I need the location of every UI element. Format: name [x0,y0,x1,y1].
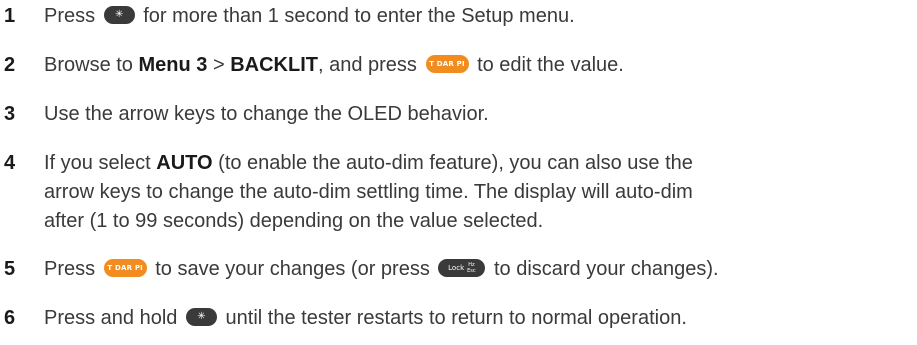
step-pre-text: If you select [44,152,151,174]
step-post-text: to discard your changes). [493,258,719,280]
step-pre-text: Press [44,258,96,280]
edit-key: T DAR PI [425,54,469,73]
step-text: Use the arrow keys to change the OLED be… [44,103,489,125]
option-name: AUTO [156,152,213,174]
step-number: 4 [4,152,16,174]
escape-key: Lock Hz Esc [438,258,486,277]
step-text: Browse to Menu 3 > BACKLIT, and press T … [44,51,900,80]
step-post-text: until the tester restarts to return to n… [225,307,687,329]
step-number: 3 [4,103,16,125]
step-line-1: If you select AUTO (to enable the auto-d… [44,149,900,178]
step-6: 6 Press and hold ✳ until the tester rest… [0,304,900,333]
step-number: 2 [4,54,16,76]
step-post-text: for more than 1 second to enter the Setu… [143,5,575,27]
step-2: 2 Browse to Menu 3 > BACKLIT, and press … [0,51,900,80]
step-text: Press T DAR PI to save your changes (or … [44,255,900,284]
step-text: Press and hold ✳ until the tester restar… [44,304,900,333]
step-text: Press ✳ for more than 1 second to enter … [44,2,900,31]
backlight-key: ✳ [185,307,217,326]
step-number: 5 [4,258,16,280]
step-mid-text: to save your changes (or press [155,258,430,280]
step-pre-text: Press [44,5,96,27]
esc-label: Esc [467,267,476,274]
step-number: 6 [4,307,16,329]
step-pre-text: Press and hold [44,307,178,329]
step-line-2: arrow keys to change the auto-dim settli… [44,181,693,203]
step-text: If you select AUTO (to enable the auto-d… [44,149,900,236]
sun-star-icon: ✳ [197,310,206,322]
backlight-key: ✳ [103,5,135,24]
step-post-text: to edit the value. [477,54,624,76]
step-1: 1 Press ✳ for more than 1 second to ente… [0,2,900,31]
step-mid-text: , and press [317,54,417,76]
step-4: 4 If you select AUTO (to enable the auto… [0,149,900,236]
save-key: T DAR PI [103,258,147,277]
step-pre-text: Browse to [44,54,133,76]
lock-key-label: Lock [448,263,465,272]
step-5: 5 Press T DAR PI to save your changes (o… [0,255,900,284]
menu-separator: > [212,54,225,76]
step-line-3: after (1 to 99 seconds) depending on the… [44,210,544,232]
lock-key-sublabel: Hz Esc [467,262,476,274]
hz-label: Hz [468,261,475,268]
step-post-text: (to enable the auto-dim feature), you ca… [218,152,693,174]
step-number: 1 [4,5,16,27]
menu-name: Menu 3 [138,54,208,76]
sun-star-icon: ✳ [114,8,124,20]
menu-item-name: BACKLIT [230,54,318,76]
step-3: 3 Use the arrow keys to change the OLED … [0,100,900,129]
